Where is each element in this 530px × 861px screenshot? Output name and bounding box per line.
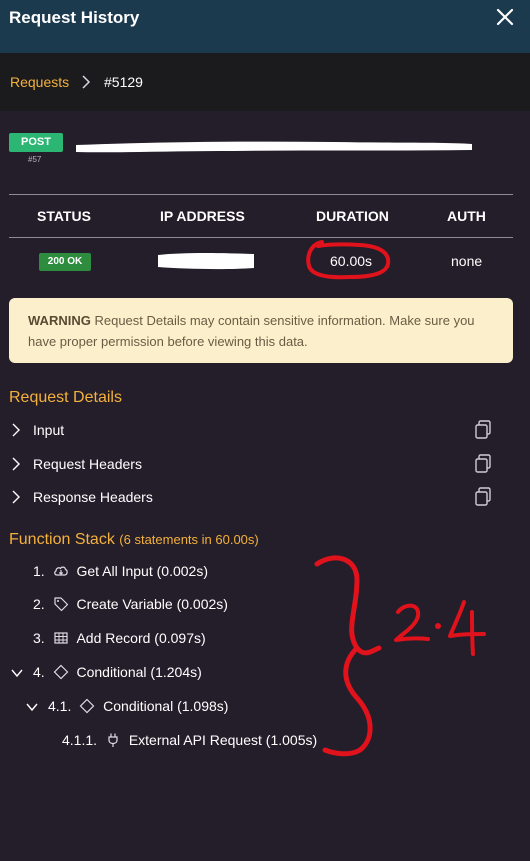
- stack-item-number: 4.1.1.: [62, 732, 98, 749]
- stack-item-label: Get All Input (0.002s): [76, 563, 208, 580]
- stack-item-4-1-1[interactable]: 4.1.1. External API Request (1.005s): [62, 731, 317, 751]
- function-stack-title: Function Stack (6 statements in 60.00s): [9, 531, 259, 549]
- detail-label-response-headers: Response Headers: [33, 489, 153, 505]
- stack-item-number: 3.: [33, 630, 45, 647]
- chevron-down-icon[interactable]: [26, 702, 38, 712]
- auth-value: none: [451, 253, 483, 269]
- stack-item-label: External API Request (1.005s): [128, 732, 318, 749]
- stack-item-label: Conditional (1.098s): [103, 698, 229, 715]
- auth-header: AUTH: [447, 208, 486, 224]
- breadcrumb-current: #5129: [104, 74, 143, 90]
- panel-title: Request History: [9, 8, 140, 27]
- ip-address-header: IP ADDRESS: [160, 208, 245, 224]
- warning-banner: WARNING Request Details may contain sens…: [9, 298, 513, 363]
- stats-divider-mid: [9, 237, 513, 238]
- diamond-icon: [79, 698, 95, 714]
- request-number: #57: [28, 155, 42, 164]
- stack-item-number: 4.1.: [48, 698, 72, 715]
- status-header: STATUS: [37, 208, 91, 224]
- chevron-right-icon: [12, 490, 20, 504]
- annotation-note: [394, 600, 486, 656]
- detail-row-input[interactable]: Input: [0, 418, 530, 442]
- stack-item-1[interactable]: 1. Get All Input (0.002s): [33, 562, 208, 582]
- stack-item-3[interactable]: 3. Add Record (0.097s): [33, 629, 206, 649]
- stack-item-label: Conditional (1.204s): [76, 664, 202, 681]
- breadcrumb-requests-link[interactable]: Requests: [10, 74, 69, 90]
- warning-label: WARNING: [28, 313, 91, 328]
- chevron-right-icon: [82, 75, 91, 89]
- chevron-right-icon: [12, 423, 20, 437]
- diamond-icon: [53, 664, 68, 680]
- title-bar: Request History: [0, 0, 530, 53]
- copy-icon[interactable]: [474, 454, 492, 474]
- redacted-ip-scribble: [158, 253, 254, 270]
- warning-text: Request Details may contain sensitive in…: [28, 313, 475, 349]
- copy-icon[interactable]: [474, 487, 492, 507]
- tag-icon: [53, 597, 68, 612]
- stack-item-number: 2.: [33, 596, 45, 613]
- stats-divider-top: [9, 194, 513, 195]
- stack-item-label: Create Variable (0.002s): [76, 596, 228, 613]
- redacted-url-scribble: [76, 141, 472, 153]
- function-stack-subtitle: (6 statements in 60.00s): [119, 532, 259, 547]
- stack-item-2[interactable]: 2. Create Variable (0.002s): [33, 595, 228, 615]
- stack-item-number: 1.: [33, 563, 45, 580]
- detail-row-request-headers[interactable]: Request Headers: [0, 452, 530, 476]
- detail-label-request-headers: Request Headers: [33, 456, 142, 472]
- close-icon[interactable]: [494, 6, 516, 28]
- chevron-right-icon: [12, 457, 20, 471]
- stack-item-label: Add Record (0.097s): [76, 630, 206, 647]
- duration-header: DURATION: [316, 208, 389, 224]
- breadcrumb: Requests #5129: [0, 53, 530, 111]
- function-stack-heading: Function Stack: [9, 531, 115, 548]
- stack-item-4-1[interactable]: 4.1. Conditional (1.098s): [48, 697, 228, 717]
- request-details-title: Request Details: [9, 389, 122, 406]
- cloud-download-icon: [53, 566, 68, 576]
- stack-item-4[interactable]: 4. Conditional (1.204s): [33, 663, 202, 683]
- method-badge: POST: [9, 133, 63, 152]
- status-badge: 200 OK: [39, 253, 91, 271]
- plug-icon: [108, 733, 118, 748]
- annotation-brace: [314, 555, 382, 757]
- copy-icon[interactable]: [474, 420, 492, 440]
- chevron-down-icon[interactable]: [11, 668, 23, 678]
- detail-row-response-headers[interactable]: Response Headers: [0, 485, 530, 509]
- stack-item-number: 4.: [33, 664, 45, 681]
- detail-label-input: Input: [33, 422, 65, 438]
- annotation-circle: [306, 240, 391, 280]
- table-icon: [53, 632, 68, 644]
